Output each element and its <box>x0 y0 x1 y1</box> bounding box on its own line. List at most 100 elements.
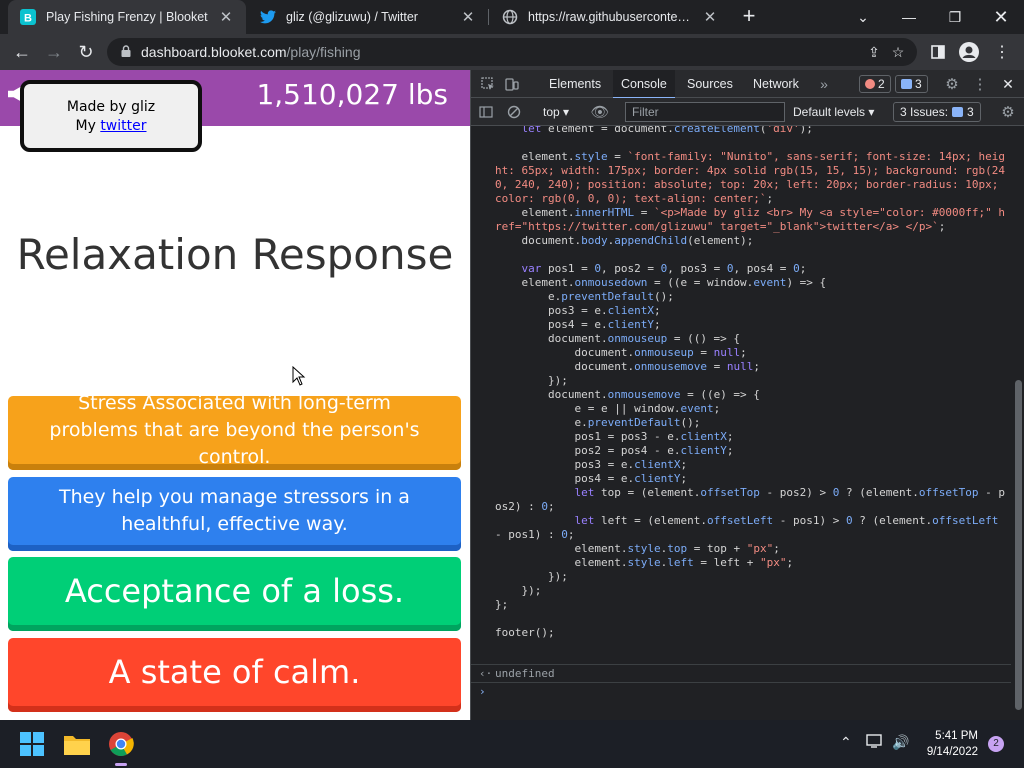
answer-button-4[interactable]: A state of calm. <box>8 638 461 712</box>
eye-icon[interactable]: 👁 <box>590 103 609 121</box>
blooket-icon: B <box>20 9 36 25</box>
console-output: let element = document.createElement('di… <box>471 126 1011 720</box>
console-scrollbar[interactable] <box>1011 126 1024 720</box>
credit-prefix: My <box>75 118 96 134</box>
message-badge[interactable]: 3 <box>895 75 928 93</box>
tab-twitter[interactable]: gliz (@glizuwu) / Twitter ✕ <box>248 0 488 34</box>
console-settings-icon[interactable]: ⚙ <box>999 103 1017 121</box>
devtools-tab-sources[interactable]: Sources <box>679 70 741 98</box>
console-code: let element = document.createElement('di… <box>495 126 1006 639</box>
url-path: /play/fishing <box>286 44 361 60</box>
close-tab-icon[interactable]: ✕ <box>218 9 234 26</box>
context-label: top <box>543 105 560 119</box>
console-prompt[interactable]: › <box>471 682 1011 702</box>
tab-title: https://raw.githubusercontent.co <box>528 10 696 24</box>
message-count: 3 <box>915 77 922 91</box>
menu-icon[interactable]: ⋮ <box>988 38 1016 66</box>
sidebar-toggle-icon[interactable] <box>477 103 495 121</box>
url-host: dashboard.blooket.com <box>141 44 287 60</box>
answer-text: A state of calm. <box>108 653 361 691</box>
devtools-tabbar: Elements Console Sources Network » 2 3 ⚙… <box>471 70 1024 99</box>
devtools-menu-icon[interactable]: ⋮ <box>971 75 989 93</box>
error-icon <box>865 79 875 89</box>
issues-icon <box>952 107 964 117</box>
settings-gear-icon[interactable]: ⚙ <box>943 75 961 93</box>
svg-text:B: B <box>24 13 32 25</box>
side-panel-icon[interactable] <box>924 38 952 66</box>
answer-button-1[interactable]: Stress Associated with long-term problem… <box>8 392 461 470</box>
result-arrow-icon: ‹· <box>479 667 493 680</box>
tab-search-button[interactable]: ⌄ <box>840 0 886 34</box>
volume-icon[interactable]: 🔊 <box>892 734 909 751</box>
system-clock[interactable]: 5:41 PM 9/14/2022 <box>920 728 978 760</box>
browser-toolbar: ← → ↻ dashboard.blooket.com/play/fishing… <box>0 34 1024 70</box>
back-button[interactable]: ← <box>8 38 36 66</box>
answer-button-2[interactable]: They help you manage stressors in a heal… <box>8 477 461 551</box>
windows-start-icon[interactable] <box>16 728 48 760</box>
credit-box[interactable]: Made by gliz My twitter <box>20 80 202 152</box>
devtools-tab-network[interactable]: Network <box>745 70 807 98</box>
issues-label: 3 Issues: <box>900 105 949 119</box>
weight-counter: 1,510,027 lbs <box>256 78 448 111</box>
restore-button[interactable]: ❐ <box>932 0 978 34</box>
active-app-indicator <box>115 763 127 766</box>
tab-strip: B Play Fishing Frenzy | Blooket ✕ gliz (… <box>0 0 1024 34</box>
filter-input[interactable]: Filter <box>625 102 785 122</box>
tab-blooket[interactable]: B Play Fishing Frenzy | Blooket ✕ <box>8 0 246 34</box>
clock-time: 5:41 PM <box>935 730 978 742</box>
screen: B Play Fishing Frenzy | Blooket ✕ gliz (… <box>0 0 1024 768</box>
question-text: Relaxation Response <box>16 230 454 279</box>
network-icon[interactable] <box>866 734 884 751</box>
answer-text: Acceptance of a loss. <box>64 572 405 610</box>
file-explorer-icon[interactable] <box>61 728 93 760</box>
issues-count: 3 <box>967 105 974 119</box>
mouse-cursor-icon <box>292 366 306 386</box>
chrome-icon[interactable] <box>105 728 137 760</box>
answer-text: They help you manage stressors in a heal… <box>59 486 410 535</box>
console-toolbar: top ▾ 👁 Filter Default levels ▾ 3 Issues… <box>471 98 1024 126</box>
result-value: undefined <box>495 667 555 680</box>
credit-text: Made by gliz <box>66 99 156 115</box>
new-tab-button[interactable]: + <box>737 5 761 29</box>
tab-title: gliz (@glizuwu) / Twitter <box>286 10 418 24</box>
twitter-link[interactable]: twitter <box>100 118 146 134</box>
device-toggle-icon[interactable] <box>503 75 521 93</box>
levels-dropdown[interactable]: Default levels ▾ <box>793 98 874 126</box>
console-result: ‹· undefined <box>471 664 1011 682</box>
issues-button[interactable]: 3 Issues: 3 <box>893 102 981 122</box>
close-devtools-icon[interactable]: ✕ <box>999 75 1017 93</box>
minimize-button[interactable]: — <box>886 0 932 34</box>
notification-badge[interactable]: 2 <box>988 736 1004 752</box>
show-hidden-icons[interactable]: ⌃ <box>840 734 852 751</box>
context-selector[interactable]: top ▾ <box>543 98 569 126</box>
devtools-tab-elements[interactable]: Elements <box>541 70 609 98</box>
reload-button[interactable]: ↻ <box>72 38 100 66</box>
more-tabs-icon[interactable]: » <box>815 75 833 93</box>
error-count: 2 <box>878 77 885 91</box>
address-bar[interactable]: dashboard.blooket.com/play/fishing <box>107 38 917 66</box>
error-badge[interactable]: 2 <box>859 75 891 93</box>
answer-button-3[interactable]: Acceptance of a loss. <box>8 557 461 631</box>
twitter-icon <box>260 9 276 25</box>
scrollbar-thumb[interactable] <box>1015 380 1022 710</box>
lock-icon <box>121 44 131 60</box>
tab-separator <box>488 9 489 25</box>
answer-text: Stress Associated with long-term problem… <box>49 391 420 468</box>
globe-icon <box>502 9 518 25</box>
levels-label: Default levels <box>793 105 866 119</box>
close-tab-icon[interactable]: ✕ <box>702 9 718 26</box>
forward-button[interactable]: → <box>40 38 68 66</box>
profile-avatar[interactable] <box>955 38 983 66</box>
close-tab-icon[interactable]: ✕ <box>460 9 476 26</box>
bookmark-star-icon[interactable]: ☆ <box>884 38 912 66</box>
game-page: 1,510,027 lbs Made by gliz My twitter Re… <box>0 70 470 720</box>
clock-date: 9/14/2022 <box>926 746 978 758</box>
devtools-panel: Elements Console Sources Network » 2 3 ⚙… <box>470 70 1024 720</box>
devtools-tab-console[interactable]: Console <box>613 70 675 99</box>
taskbar: ⌃ 🔊 5:41 PM 9/14/2022 2 <box>0 720 1024 768</box>
tab-github[interactable]: https://raw.githubusercontent.co ✕ <box>490 0 730 34</box>
tab-title: Play Fishing Frenzy | Blooket <box>46 10 208 24</box>
clear-console-icon[interactable] <box>505 103 523 121</box>
close-window-button[interactable]: ✕ <box>978 0 1024 34</box>
inspect-element-icon[interactable] <box>479 75 497 93</box>
